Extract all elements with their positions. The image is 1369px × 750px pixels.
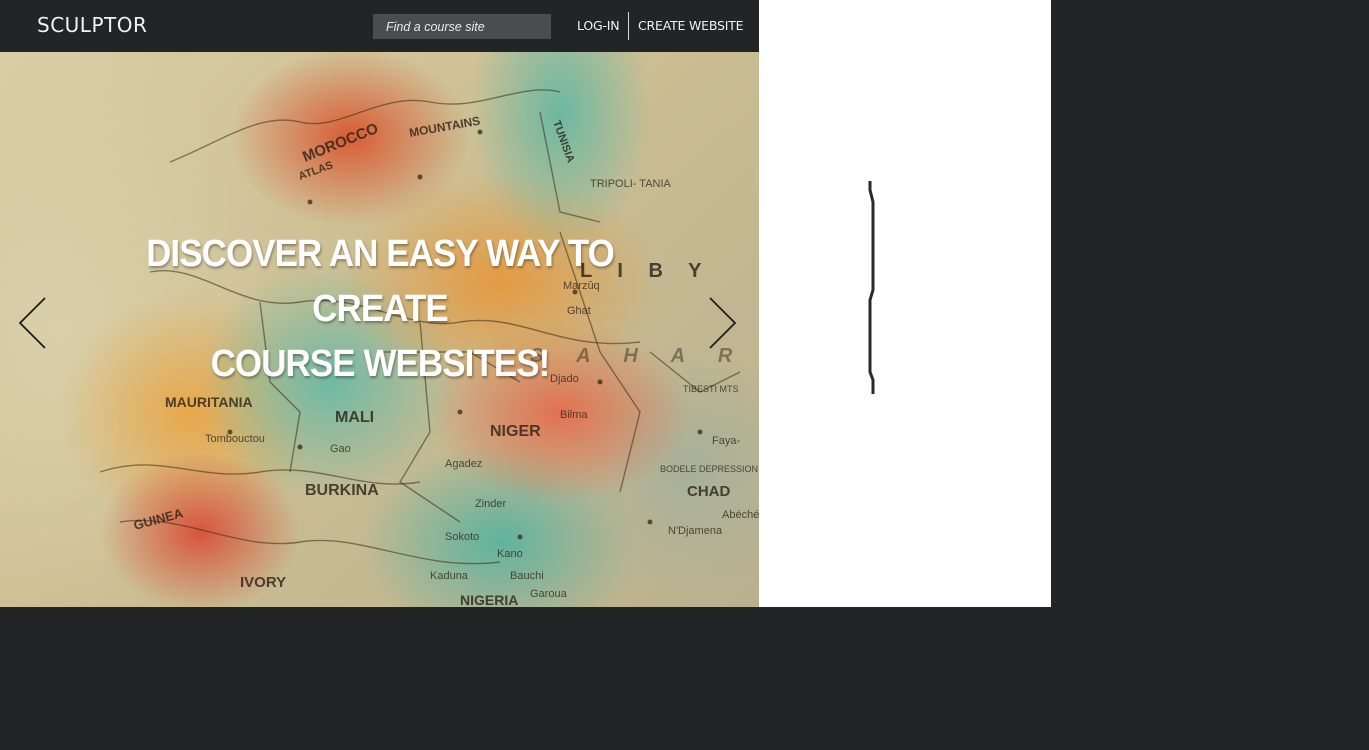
map-label-bauchi: Bauchi: [510, 570, 544, 582]
map-label-agadez: Agadez: [445, 458, 482, 470]
hero-headline-line1: DISCOVER AN EASY WAY TO CREATE: [146, 233, 615, 331]
map-label-zinder: Zinder: [475, 498, 507, 510]
hero-slider: MOROCCO MOUNTAINS ATLAS TUNISIA MAURITAN…: [0, 52, 759, 607]
map-label-mali: MALI: [335, 409, 374, 426]
white-side-panel: [759, 0, 1051, 607]
bracket-icon: [868, 181, 875, 394]
map-label-tombouctou: Tombouctou: [205, 433, 265, 445]
login-link[interactable]: LOG-IN: [577, 18, 620, 33]
map-label-mauritania: MAURITANIA: [165, 394, 253, 410]
course-search-input[interactable]: [373, 14, 551, 39]
map-label-tunisia: TUNISIA: [550, 119, 576, 165]
map-label-bilma: Bilma: [560, 409, 588, 421]
chevron-left-icon: [18, 297, 46, 349]
map-label-nigeria: NIGERIA: [460, 592, 518, 607]
map-label-sokoto: Sokoto: [445, 531, 479, 543]
chevron-right-icon: [709, 297, 737, 349]
map-label-chad: CHAD: [687, 483, 730, 500]
map-label-guinea: GUINEA: [132, 505, 185, 533]
map-label-abeche: Abéché: [722, 509, 759, 521]
top-navbar: SCULPTOR LOG-IN CREATE WEBSITE: [0, 0, 759, 52]
map-label-ndjamena: N'Djamena: [668, 525, 723, 537]
map-label-tripolitania: TRIPOLI- TANIA: [590, 178, 672, 190]
map-label-ivory: IVORY: [240, 574, 286, 591]
map-label-kaduna: Kaduna: [430, 570, 469, 582]
slider-prev-button[interactable]: [15, 295, 49, 351]
slider-next-button[interactable]: [706, 295, 740, 351]
create-website-link[interactable]: CREATE WEBSITE: [638, 18, 744, 33]
map-label-mountains: MOUNTAINS: [408, 114, 481, 140]
sculptor-logo[interactable]: SCULPTOR: [37, 13, 147, 37]
map-label-bodele: BODELE DEPRESSION: [660, 464, 758, 474]
map-label-garoua: Garoua: [530, 588, 568, 600]
nav-divider: [628, 12, 629, 40]
app-root: SCULPTOR LOG-IN CREATE WEBSITE: [0, 0, 1369, 750]
map-label-morocco: MOROCCO: [300, 120, 381, 166]
map-label-niger: NIGER: [490, 423, 541, 440]
hero-headline: DISCOVER AN EASY WAY TO CREATE COURSE WE…: [86, 227, 675, 392]
hero-headline-line2: COURSE WEBSITES!: [210, 343, 551, 386]
map-label-faya: Faya-: [712, 435, 740, 447]
map-label-tibesti: TIBESTI MTS: [683, 384, 739, 394]
map-label-atlas: ATLAS: [297, 159, 335, 183]
map-label-kano: Kano: [497, 548, 523, 560]
map-label-gao: Gao: [330, 443, 351, 455]
map-label-burkina: BURKINA: [305, 482, 379, 499]
